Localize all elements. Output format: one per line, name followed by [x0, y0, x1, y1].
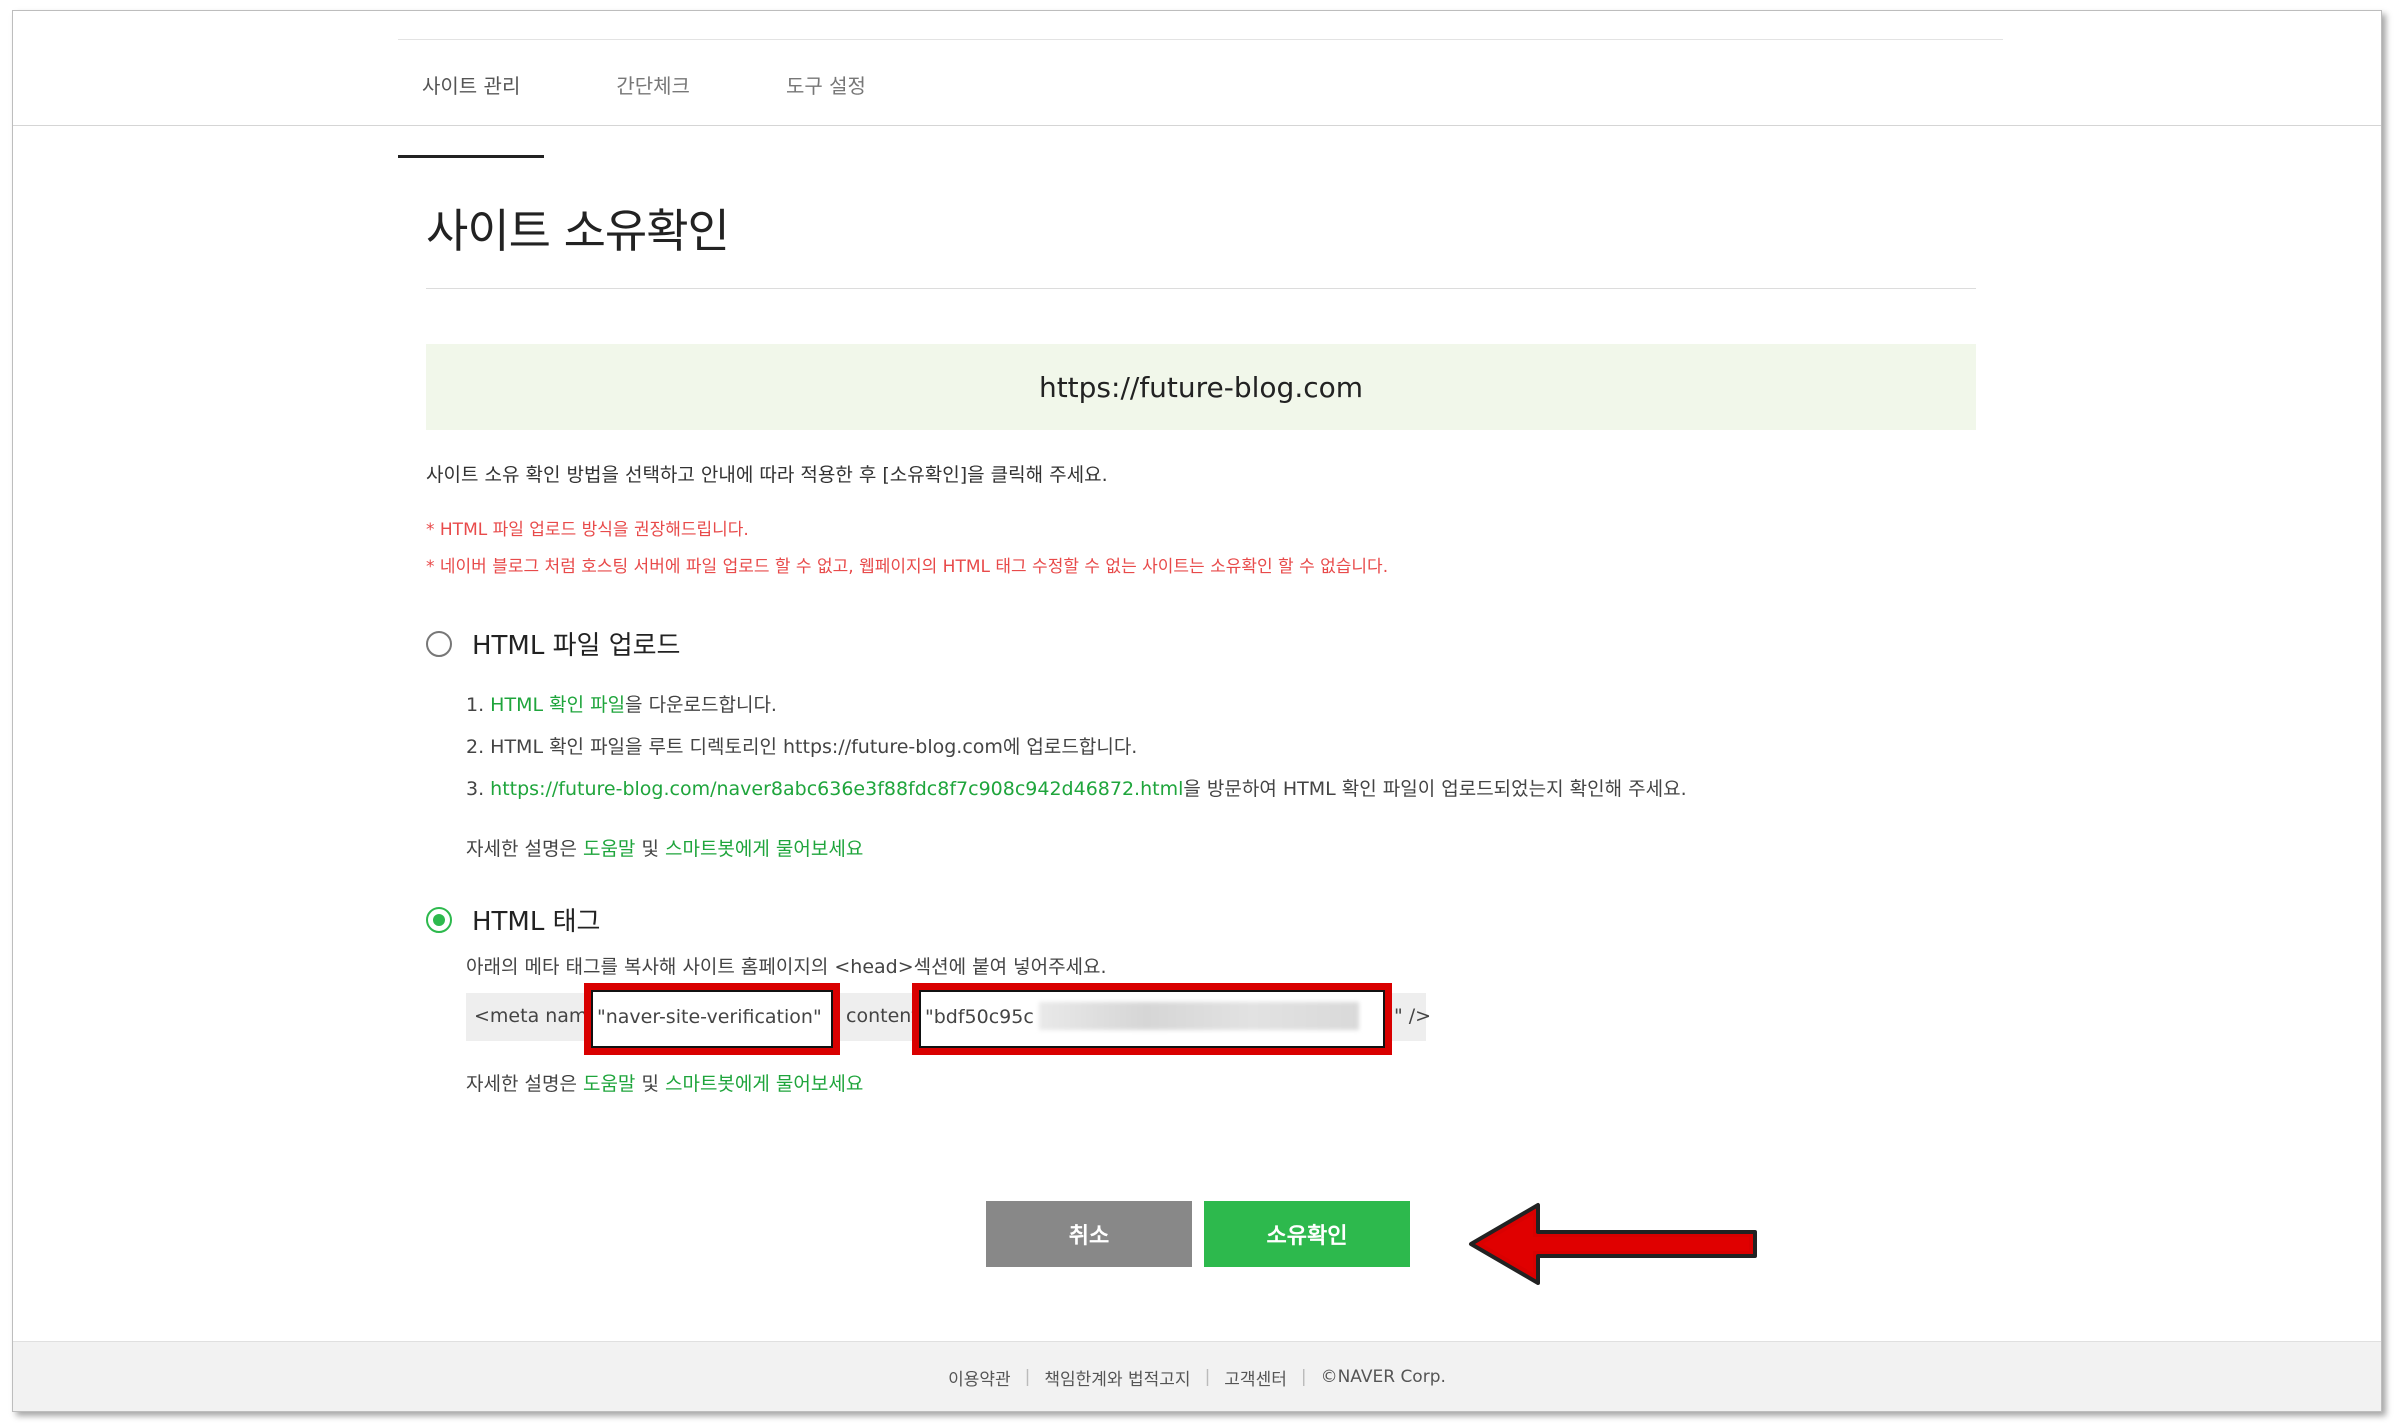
meta-content-label: content	[846, 1005, 919, 1027]
action-buttons: 취소 소유확인	[986, 1201, 1410, 1267]
browser-frame: 사이트 관리 간단체크 도구 설정 사이트 소유확인 https://futur…	[12, 10, 2382, 1412]
help-mid: 및	[635, 1073, 665, 1095]
html-file-link[interactable]: HTML 확인 파일	[490, 694, 625, 716]
tab-site-management[interactable]: 사이트 관리	[398, 66, 545, 158]
annotation-arrow-icon	[1469, 1203, 1757, 1285]
intro-text: 사이트 소유 확인 방법을 선택하고 안내에 따라 적용한 후 [소유확인]을 …	[426, 464, 1108, 486]
footer-separator: |	[1204, 1367, 1211, 1387]
site-url: https://future-blog.com	[1038, 370, 1364, 404]
meta-tag-box[interactable]: <meta name "naver-site-verification" con…	[466, 983, 1431, 1055]
radio-html-file[interactable]	[426, 630, 452, 657]
step-prefix: 1.	[466, 694, 491, 716]
step-text: 을 방문하여 HTML 확인 파일이 업로드되었는지 확인해 주세요.	[1183, 778, 1687, 800]
step-1: 1. HTML 확인 파일을 다운로드합니다.	[466, 684, 1976, 726]
title-divider	[426, 288, 1976, 289]
top-nav: 사이트 관리 간단체크 도구 설정	[398, 66, 938, 158]
tab-tool-settings[interactable]: 도구 설정	[762, 66, 890, 132]
verification-url-link[interactable]: https://future-blog.com/naver8abc636e3f8…	[490, 778, 1183, 800]
help-prefix: 자세한 설명은	[466, 838, 583, 860]
footer-support-link[interactable]: 고객센터	[1224, 1365, 1287, 1390]
meta-name-value: "naver-site-verification"	[597, 1006, 822, 1028]
footer-copyright: ©NAVER Corp.	[1320, 1367, 1446, 1387]
radio-html-tag[interactable]	[426, 906, 452, 933]
main-content: 사이트 소유확인 https://future-blog.com 사이트 소유 …	[426, 191, 1976, 1096]
highlight-box-content: "bdf50c95c	[912, 983, 1392, 1055]
help-link[interactable]: 도움말	[583, 1073, 635, 1095]
option-html-file[interactable]: HTML 파일 업로드	[426, 625, 1976, 662]
verify-ownership-button[interactable]: 소유확인	[1204, 1201, 1410, 1267]
step-3: 3. https://future-blog.com/naver8abc636e…	[466, 768, 1976, 810]
footer-legal-link[interactable]: 책임한계와 법적고지	[1044, 1365, 1190, 1390]
blurred-token	[1039, 1002, 1359, 1030]
highlight-box-name: "naver-site-verification"	[584, 983, 840, 1055]
site-url-box: https://future-blog.com	[426, 344, 1976, 430]
help-text: 자세한 설명은 도움말 및 스마트봇에게 물어보세요	[466, 1069, 1976, 1096]
help-mid: 및	[635, 838, 665, 860]
smartbot-link[interactable]: 스마트봇에게 물어보세요	[665, 1073, 863, 1095]
meta-end: " />	[1394, 1005, 1432, 1027]
step-prefix: 3.	[466, 778, 491, 800]
option-label: HTML 태그	[472, 907, 601, 937]
page-title: 사이트 소유확인	[426, 204, 730, 258]
meta-content-value: "bdf50c95c	[925, 1006, 1034, 1028]
footer-separator: |	[1024, 1367, 1031, 1387]
option-html-tag[interactable]: HTML 태그	[426, 901, 1976, 938]
footer-separator: |	[1300, 1367, 1307, 1387]
warning-text: * HTML 파일 업로드 방식을 권장해드립니다.	[426, 520, 749, 540]
smartbot-link[interactable]: 스마트봇에게 물어보세요	[665, 838, 863, 860]
meta-tag-desc: 아래의 메타 태그를 복사해 사이트 홈페이지의 <head>섹션에 붙여 넣어…	[466, 956, 1107, 978]
step-2: 2. HTML 확인 파일을 루트 디렉토리인 https://future-b…	[466, 736, 1138, 758]
top-rule	[398, 39, 2003, 40]
option-label: HTML 파일 업로드	[472, 631, 681, 661]
help-prefix: 자세한 설명은	[466, 1073, 583, 1095]
tab-quick-check[interactable]: 간단체크	[592, 66, 714, 132]
help-text: 자세한 설명은 도움말 및 스마트봇에게 물어보세요	[466, 834, 1976, 861]
step-text: 을 다운로드합니다.	[625, 694, 777, 716]
footer-terms-link[interactable]: 이용약관	[948, 1365, 1011, 1390]
footer: 이용약관 | 책임한계와 법적고지 | 고객센터 | ©NAVER Corp.	[13, 1341, 2381, 1411]
nav-divider	[13, 125, 2381, 126]
warning-text: * 네이버 블로그 처럼 호스팅 서버에 파일 업로드 할 수 없고, 웹페이지…	[426, 557, 1389, 577]
meta-start: <meta name	[474, 1005, 600, 1027]
help-link[interactable]: 도움말	[583, 838, 635, 860]
file-steps: 1. HTML 확인 파일을 다운로드합니다. 2. HTML 확인 파일을 루…	[466, 684, 1976, 810]
cancel-button[interactable]: 취소	[986, 1201, 1192, 1267]
